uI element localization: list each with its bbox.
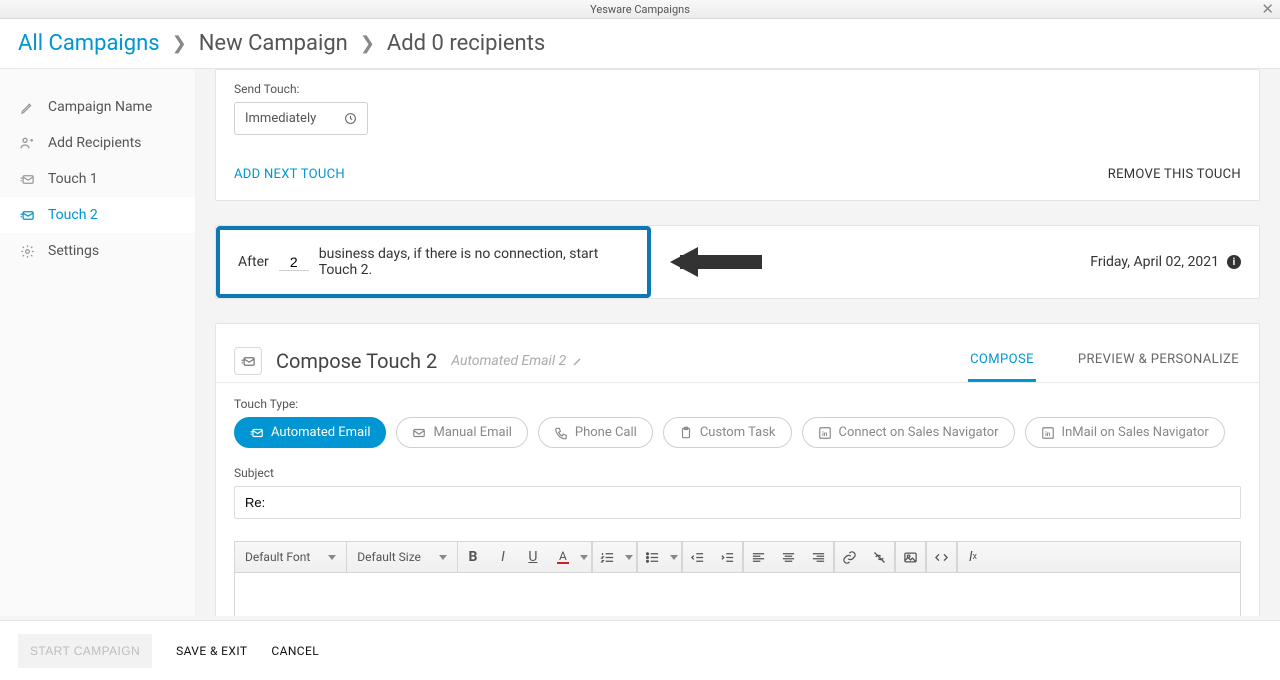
chevron-down-icon[interactable] — [668, 542, 682, 572]
delay-card-container: After business days, if there is no conn… — [215, 225, 1260, 299]
sidebar-item-label: Touch 2 — [48, 207, 98, 223]
align-right-button[interactable] — [804, 542, 834, 572]
mail-send-icon — [250, 426, 264, 440]
indent-button[interactable] — [713, 542, 743, 572]
sidebar-item-touch-1[interactable]: Touch 1 — [0, 161, 195, 197]
svg-text:in: in — [822, 429, 828, 437]
mail-send-icon — [234, 347, 262, 375]
pill-phone-call[interactable]: Phone Call — [538, 417, 653, 448]
delay-date: Friday, April 02, 2021 i — [1090, 254, 1241, 270]
phone-icon — [554, 426, 568, 440]
clipboard-icon — [679, 426, 693, 440]
align-left-button[interactable] — [744, 542, 774, 572]
editor-toolbar: Default Font Default Size B I U A — [234, 541, 1241, 573]
tab-compose[interactable]: COMPOSE — [968, 340, 1036, 382]
breadcrumb-level3: Add 0 recipients — [387, 31, 545, 56]
compose-tabs: COMPOSE PREVIEW & PERSONALIZE — [968, 340, 1241, 382]
window-titlebar: Yesware Campaigns ✕ — [0, 0, 1280, 19]
send-touch-card: Send Touch: Immediately ADD NEXT TOUCH R… — [215, 69, 1260, 201]
mail-icon — [412, 426, 426, 440]
sidebar-item-label: Settings — [48, 243, 99, 259]
chevron-down-icon[interactable] — [578, 542, 592, 572]
align-center-button[interactable] — [774, 542, 804, 572]
sidebar-item-add-recipients[interactable]: Add Recipients — [0, 125, 195, 161]
window-title: Yesware Campaigns — [590, 3, 690, 16]
unlink-button[interactable] — [865, 542, 895, 572]
sidebar-item-touch-2[interactable]: Touch 2 — [0, 197, 195, 233]
unordered-list-button[interactable] — [638, 542, 668, 572]
subject-input[interactable] — [234, 486, 1241, 519]
delay-suffix: business days, if there is no connection… — [319, 246, 629, 278]
pill-sales-navigator[interactable]: in Connect on Sales Navigator — [802, 417, 1015, 448]
bold-button[interactable]: B — [458, 542, 488, 572]
pill-automated-email[interactable]: Automated Email — [234, 417, 386, 448]
tab-preview[interactable]: PREVIEW & PERSONALIZE — [1076, 340, 1241, 382]
italic-button[interactable]: I — [488, 542, 518, 572]
start-campaign-button[interactable]: START CAMPAIGN — [18, 634, 152, 668]
text-color-button[interactable]: A — [548, 542, 578, 572]
size-select[interactable]: Default Size — [347, 542, 458, 572]
clear-format-button[interactable]: Ix — [958, 542, 988, 572]
code-button[interactable] — [927, 542, 957, 572]
info-icon[interactable]: i — [1227, 255, 1241, 269]
delay-card: After business days, if there is no conn… — [216, 226, 651, 298]
clock-icon — [344, 112, 357, 125]
outdent-button[interactable] — [683, 542, 713, 572]
pencil-icon — [18, 99, 36, 115]
link-button[interactable] — [835, 542, 865, 572]
compose-subtitle: Automated Email 2 — [451, 353, 584, 369]
mail-send-icon — [18, 207, 36, 223]
touch-type-label: Touch Type: — [234, 397, 1241, 411]
svg-text:in: in — [1045, 429, 1051, 437]
save-exit-button[interactable]: SAVE & EXIT — [176, 644, 247, 658]
send-touch-value: Immediately — [245, 111, 316, 126]
compose-title: Compose Touch 2 — [276, 349, 437, 373]
people-icon — [18, 135, 36, 151]
add-next-touch-link[interactable]: ADD NEXT TOUCH — [234, 167, 345, 182]
pill-manual-email[interactable]: Manual Email — [396, 417, 527, 448]
linkedin-icon: in — [1041, 426, 1055, 440]
linkedin-icon: in — [818, 426, 832, 440]
font-select[interactable]: Default Font — [235, 542, 347, 572]
sidebar-item-campaign-name[interactable]: Campaign Name — [0, 89, 195, 125]
pencil-icon[interactable] — [572, 355, 584, 367]
sidebar-item-settings[interactable]: Settings — [0, 233, 195, 269]
underline-button[interactable]: U — [518, 542, 548, 572]
sidebar-item-label: Touch 1 — [48, 171, 98, 187]
cancel-button[interactable]: CANCEL — [271, 644, 319, 658]
touch-type-pills: Automated Email Manual Email Phone Call … — [234, 417, 1241, 448]
chevron-right-icon: ❯ — [360, 33, 375, 54]
subject-label: Subject — [234, 466, 1241, 480]
send-touch-select[interactable]: Immediately — [234, 102, 368, 135]
delay-prefix: After — [238, 254, 269, 270]
delay-days-input[interactable] — [279, 254, 309, 271]
breadcrumb-root[interactable]: All Campaigns — [18, 31, 160, 56]
compose-card: Compose Touch 2 Automated Email 2 COMPOS… — [215, 323, 1260, 616]
chevron-down-icon[interactable] — [623, 542, 637, 572]
pill-custom-task[interactable]: Custom Task — [663, 417, 792, 448]
sidebar-item-label: Add Recipients — [48, 135, 141, 151]
image-button[interactable] — [896, 542, 926, 572]
ordered-list-button[interactable] — [593, 542, 623, 572]
close-icon[interactable]: ✕ — [1261, 0, 1274, 18]
mail-send-icon — [18, 171, 36, 187]
arrow-annotation — [670, 249, 790, 275]
pill-inmail[interactable]: in InMail on Sales Navigator — [1025, 417, 1225, 448]
gear-icon — [18, 243, 36, 259]
chevron-down-icon — [439, 555, 447, 560]
editor-body[interactable] — [234, 573, 1241, 616]
chevron-right-icon: ❯ — [172, 33, 187, 54]
breadcrumb: All Campaigns ❯ New Campaign ❯ Add 0 rec… — [0, 19, 1280, 69]
breadcrumb-level2: New Campaign — [199, 31, 348, 56]
chevron-down-icon — [328, 555, 336, 560]
footer-bar: START CAMPAIGN SAVE & EXIT CANCEL — [0, 620, 1280, 680]
send-touch-label: Send Touch: — [234, 82, 1241, 96]
remove-touch-link[interactable]: REMOVE THIS TOUCH — [1108, 167, 1241, 182]
sidebar: Campaign Name Add Recipients Touch 1 Tou… — [0, 69, 195, 616]
sidebar-item-label: Campaign Name — [48, 99, 152, 115]
